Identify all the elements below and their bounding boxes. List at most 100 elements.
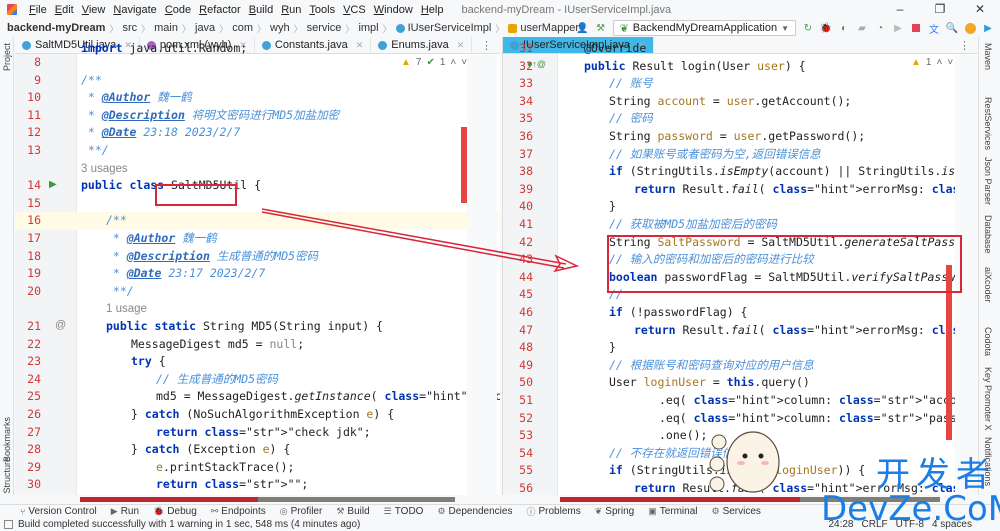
code-line[interactable]: 31 @Override: [503, 40, 978, 58]
restservices-tool-button[interactable]: RestServices: [983, 97, 993, 150]
code-line[interactable]: 39 return Result.fail( class="hint">error…: [503, 181, 978, 199]
breadcrumb-item[interactable]: wyh: [270, 22, 290, 34]
menu-navigate[interactable]: Navigate: [109, 4, 160, 16]
build-hammer-icon[interactable]: ⚒: [595, 22, 607, 34]
tool-debug[interactable]: 🐞 Debug: [153, 506, 197, 517]
breadcrumb-item[interactable]: backend-myDream: [7, 22, 105, 34]
tool-services[interactable]: ⚙ Services: [712, 506, 761, 517]
code-line[interactable]: 23 try {: [15, 353, 500, 371]
line-number[interactable]: 52: [511, 410, 533, 428]
code-line[interactable]: 50 User loginUser = this.query(): [503, 374, 978, 392]
code-line[interactable]: 25 md5 = MessageDigest.getInstance( class…: [15, 388, 500, 406]
maven-tool-button[interactable]: Maven: [983, 43, 993, 70]
breadcrumb-item[interactable]: impl: [358, 22, 378, 34]
code-line[interactable]: 26} catch (NoSuchAlgorithmException e) {: [15, 406, 500, 424]
line-number[interactable]: 44: [511, 269, 533, 287]
menu-file[interactable]: File: [25, 4, 51, 16]
line-number[interactable]: 26: [19, 406, 41, 424]
code-line[interactable]: 22 MessageDigest md5 = null;: [15, 336, 500, 354]
attach-icon[interactable]: ▰: [856, 22, 868, 34]
code-line[interactable]: 15: [15, 195, 500, 213]
line-number[interactable]: 11: [19, 107, 41, 125]
tool-run[interactable]: ▶ Run: [111, 506, 139, 517]
line-number[interactable]: 27: [19, 424, 41, 442]
code-line[interactable]: 19 * @Date 23:17 2023/2/7: [15, 265, 500, 283]
code-line[interactable]: 11 * @Description 将明文密码进行MD5加盐加密: [15, 107, 500, 125]
status-window-icon[interactable]: [4, 520, 13, 529]
line-number[interactable]: 35: [511, 110, 533, 128]
aixcoder-tool-button[interactable]: aiXcoder: [983, 267, 993, 303]
tool-version-control[interactable]: ⑂ Version Control: [20, 506, 97, 517]
line-number[interactable]: 53: [511, 427, 533, 445]
code-line[interactable]: 33 // 账号: [503, 75, 978, 93]
line-number[interactable]: 31: [511, 40, 533, 58]
minimap[interactable]: [467, 55, 497, 495]
structure-tool-button[interactable]: Structure: [2, 457, 12, 494]
chevron-up-icon[interactable]: ˄: [450, 57, 456, 68]
implements-gutter-icon[interactable]: ●↑@: [527, 59, 546, 69]
code-line[interactable]: 20 **/: [15, 283, 500, 301]
chevron-down-icon[interactable]: ˅: [947, 57, 953, 68]
chevron-up-icon[interactable]: ˄: [936, 57, 942, 68]
code-line[interactable]: 3 usages: [15, 160, 500, 178]
inspection-widget[interactable]: ▲ 7 ✔ 1 ˄ ˅: [401, 57, 467, 68]
code-line[interactable]: 28} catch (Exception e) {: [15, 441, 500, 459]
line-number[interactable]: 14: [19, 177, 41, 195]
line-number[interactable]: 43: [511, 251, 533, 269]
json-parser-tool-button[interactable]: Json Parser: [983, 157, 993, 205]
line-number[interactable]: 24: [19, 371, 41, 389]
menu-help[interactable]: Help: [417, 4, 448, 16]
menu-vcs[interactable]: VCS: [339, 4, 370, 16]
line-number[interactable]: 50: [511, 374, 533, 392]
line-number[interactable]: 37: [511, 146, 533, 164]
code-line[interactable]: 41 // 获取被MD5加盐加密后的密码: [503, 216, 978, 234]
left-scrollbar-thumb[interactable]: [80, 497, 258, 502]
run-icon[interactable]: ▶: [892, 22, 904, 34]
profile-icon[interactable]: ◔: [874, 22, 886, 34]
line-number[interactable]: 22: [19, 336, 41, 354]
tool-problems[interactable]: ⓘ Problems: [526, 505, 580, 518]
menu-edit[interactable]: Edit: [51, 4, 78, 16]
line-number[interactable]: 54: [511, 445, 533, 463]
breadcrumb-item[interactable]: IUserServiceImpl: [395, 22, 491, 34]
line-number[interactable]: 17: [19, 230, 41, 248]
code-line[interactable]: 17 * @Author 魏一鹤: [15, 230, 500, 248]
line-number[interactable]: 46: [511, 304, 533, 322]
line-number[interactable]: 25: [19, 388, 41, 406]
line-number[interactable]: 18: [19, 248, 41, 266]
run-gutter-icon[interactable]: ▶: [49, 179, 57, 190]
breadcrumb-item[interactable]: main: [154, 22, 178, 34]
line-number[interactable]: 48: [511, 339, 533, 357]
user-icon[interactable]: 👤: [576, 22, 588, 34]
coverage-icon[interactable]: ◐: [838, 22, 850, 34]
line-number[interactable]: 20: [19, 283, 41, 301]
line-number[interactable]: 10: [19, 89, 41, 107]
tool-spring[interactable]: ❦ Spring: [595, 506, 634, 517]
code-line[interactable]: 1 usage: [15, 300, 500, 318]
line-number[interactable]: 15: [19, 195, 41, 213]
code-line[interactable]: 47 return Result.fail( class="hint">error…: [503, 322, 978, 340]
code-line[interactable]: 12 * @Date 23:18 2023/2/7: [15, 124, 500, 142]
menu-window[interactable]: Window: [370, 4, 417, 16]
code-line[interactable]: 49 // 根据账号和密码查询对应的用户信息: [503, 357, 978, 375]
tool-profiler[interactable]: ◎ Profiler: [280, 506, 323, 517]
code-line[interactable]: 16 /**: [15, 212, 500, 230]
tool-dependencies[interactable]: ⚙ Dependencies: [437, 506, 512, 517]
line-number[interactable]: 55: [511, 462, 533, 480]
code-line[interactable]: 38 if (StringUtils.isEmpty(account) || St…: [503, 163, 978, 181]
code-line[interactable]: 32 public Result login(User user) {: [503, 58, 978, 76]
debug-icon[interactable]: 🐞: [820, 22, 832, 34]
breadcrumb-item[interactable]: userMapper: [508, 22, 579, 34]
left-editor-pane[interactable]: SaltMD5Util.java ✕ pom.xml (wyh) ✕ Constants…: [15, 37, 500, 495]
line-number[interactable]: 13: [19, 142, 41, 160]
plugin-icon[interactable]: ▶: [982, 22, 994, 34]
menu-run[interactable]: Run: [277, 4, 305, 16]
line-number[interactable]: 56: [511, 480, 533, 495]
line-number[interactable]: 42: [511, 234, 533, 252]
code-line[interactable]: 18 * @Description 生成普通的MD5密码: [15, 248, 500, 266]
breadcrumb-item[interactable]: src: [122, 22, 137, 34]
menu-view[interactable]: View: [78, 4, 110, 16]
code-line[interactable]: 46 if (!passwordFlag) {: [503, 304, 978, 322]
update-icon[interactable]: [964, 22, 976, 34]
code-line[interactable]: 34 String account = user.getAccount();: [503, 93, 978, 111]
